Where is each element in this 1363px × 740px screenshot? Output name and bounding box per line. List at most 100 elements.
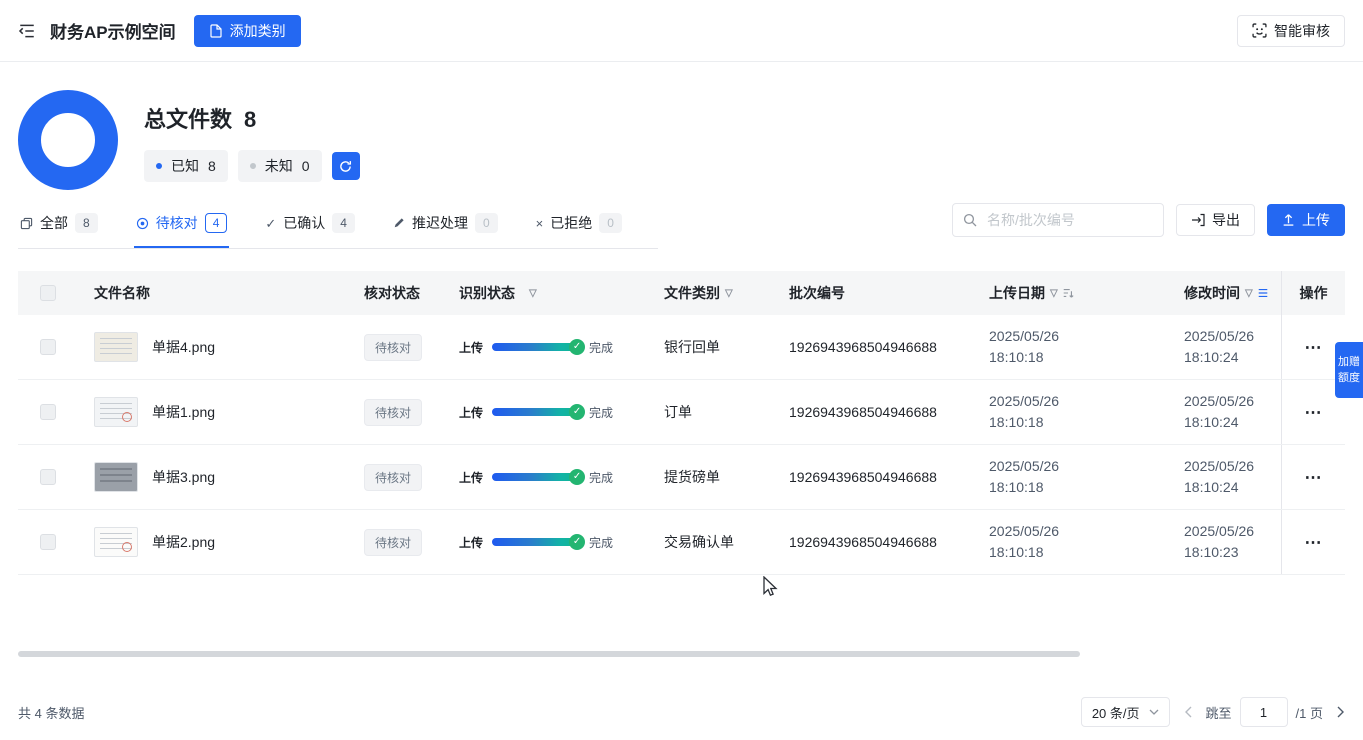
file-name[interactable]: 单据2.png [152, 532, 215, 552]
upload-time: 18:10:18 [989, 414, 1044, 430]
upload-stage-label: 上传 [459, 340, 484, 355]
more-actions-button[interactable]: ⋯ [1305, 404, 1323, 421]
search-input[interactable] [985, 210, 1153, 229]
smart-review-icon [1252, 23, 1267, 38]
export-button[interactable]: 导出 [1176, 203, 1255, 236]
file-thumbnail[interactable] [94, 527, 138, 557]
upload-time: 18:10:18 [989, 479, 1044, 495]
jump-page-input[interactable] [1239, 697, 1288, 727]
horizontal-scrollbar[interactable] [18, 651, 1080, 657]
upload-datetime: 2025/05/26 18:10:18 [971, 456, 1166, 498]
header-file-category: 文件类别 ▽ [664, 285, 733, 301]
file-category: 订单 [664, 404, 692, 420]
upload-button[interactable]: 上传 [1267, 203, 1345, 236]
file-thumbnail[interactable] [94, 462, 138, 492]
upload-time: 18:10:18 [989, 544, 1044, 560]
upload-stage-label: 上传 [459, 535, 484, 550]
upload-progress-bar: ✓ [492, 339, 586, 355]
upload-stage-label: 上传 [459, 470, 484, 485]
rejected-icon: × [535, 215, 544, 231]
smart-review-label: 智能审核 [1274, 22, 1330, 39]
filter-icon[interactable]: ▽ [529, 288, 537, 299]
top-bar: 财务AP示例空间 添加类别 智能审核 [0, 0, 1363, 62]
check-status-badge: 待核对 [364, 398, 423, 426]
add-category-icon [209, 23, 223, 38]
file-category: 交易确认单 [664, 534, 734, 550]
all-files-icon [20, 217, 33, 230]
file-category: 银行回单 [664, 339, 720, 355]
pending-check-icon [136, 217, 149, 230]
header-modify-time: 修改时间 ▽ [1166, 283, 1281, 303]
export-label: 导出 [1212, 211, 1240, 228]
modify-datetime: 2025/05/26 18:10:23 [1166, 521, 1281, 563]
filter-icon[interactable]: ▽ [725, 288, 733, 299]
column-settings-icon[interactable] [1257, 287, 1269, 299]
page-size-select[interactable]: 20 条/页 [1080, 697, 1170, 727]
file-thumbnail[interactable] [94, 332, 138, 362]
modify-datetime: 2025/05/26 18:10:24 [1166, 326, 1281, 368]
row-checkbox[interactable] [40, 534, 56, 550]
filter-icon[interactable]: ▽ [1050, 288, 1058, 299]
more-actions-button[interactable]: ⋯ [1305, 534, 1323, 551]
tab-rejected[interactable]: × 已拒绝 0 [534, 198, 624, 248]
table-row: 单据1.png 待核对 上传 ✓ 完成 订单 19269439685049466… [18, 380, 1345, 445]
collapse-sidebar-icon[interactable] [18, 22, 36, 40]
page-title: 财务AP示例空间 [50, 23, 176, 42]
total-files-value: 8 [244, 107, 257, 132]
batch-number: 1926943968504946688 [789, 534, 937, 550]
page-total-label: /1 页 [1295, 705, 1323, 721]
batch-number: 1926943968504946688 [789, 404, 937, 420]
upload-date: 2025/05/26 [989, 523, 1060, 539]
search-icon [963, 213, 977, 227]
upload-datetime: 2025/05/26 18:10:18 [971, 521, 1166, 563]
filter-icon[interactable]: ▽ [1245, 288, 1253, 299]
tab-postponed-count: 0 [474, 213, 498, 233]
file-thumbnail[interactable] [94, 397, 138, 427]
select-all-checkbox[interactable] [40, 285, 56, 301]
footer-bar: 共 4 条数据 20 条/页 跳至 /1 页 [18, 697, 1345, 727]
check-status-badge: 待核对 [364, 528, 423, 556]
add-category-button[interactable]: 添加类别 [193, 14, 301, 47]
chevron-left-icon[interactable] [1184, 706, 1192, 718]
unknown-dot-icon [249, 163, 256, 169]
tab-postponed[interactable]: 推迟处理 0 [391, 198, 500, 248]
done-label: 完成 [589, 535, 614, 550]
modify-time: 18:10:24 [1184, 479, 1239, 495]
more-actions-button[interactable]: ⋯ [1305, 469, 1323, 486]
files-donut-chart [18, 90, 118, 190]
jump-to-page: 跳至 /1 页 [1206, 697, 1323, 727]
tab-all[interactable]: 全部 8 [18, 198, 100, 248]
file-name[interactable]: 单据1.png [152, 402, 215, 422]
file-name[interactable]: 单据3.png [152, 467, 215, 487]
check-circle-icon: ✓ [569, 469, 586, 485]
done-label: 完成 [589, 470, 614, 485]
tab-confirmed[interactable]: ✓ 已确认 4 [263, 198, 357, 248]
total-files-line: 总文件数 8 [144, 102, 360, 134]
workspace-page: 财务AP示例空间 添加类别 智能审核 总文件数 8 已知 8 未知 0 全部 8… [0, 0, 1363, 740]
sort-icon[interactable] [1062, 287, 1074, 299]
tab-pending-check[interactable]: 待核对 4 [133, 198, 230, 248]
more-actions-button[interactable]: ⋯ [1305, 339, 1323, 356]
file-name[interactable]: 单据4.png [152, 337, 215, 357]
unknown-label: 未知 [264, 158, 293, 174]
row-checkbox[interactable] [40, 404, 56, 420]
row-checkbox[interactable] [40, 469, 56, 485]
chevron-right-icon[interactable] [1337, 706, 1345, 718]
unknown-files-badge: 未知 0 [237, 150, 322, 182]
upload-date: 2025/05/26 [989, 328, 1060, 344]
bonus-quota-tab[interactable]: 加赠额度 [1335, 342, 1363, 398]
stats-badges: 已知 8 未知 0 [144, 150, 360, 182]
refresh-button[interactable] [331, 152, 360, 180]
known-files-badge: 已知 8 [144, 150, 228, 182]
tab-postponed-label: 推迟处理 [411, 215, 468, 231]
smart-review-button[interactable]: 智能审核 [1237, 14, 1345, 47]
upload-time: 18:10:18 [989, 349, 1044, 365]
done-label: 完成 [589, 340, 614, 355]
search-box[interactable] [952, 202, 1164, 237]
total-records-text: 共 4 条数据 [18, 705, 85, 721]
row-checkbox[interactable] [40, 339, 56, 355]
tab-rejected-label: 已拒绝 [550, 215, 593, 231]
stats-info: 总文件数 8 已知 8 未知 0 [144, 90, 360, 190]
tab-all-count: 8 [75, 213, 98, 233]
postpone-icon [393, 217, 405, 229]
